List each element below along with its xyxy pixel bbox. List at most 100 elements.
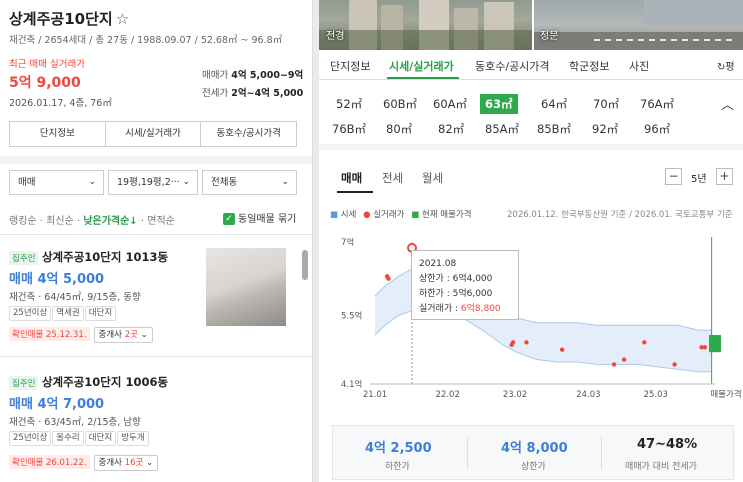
x-tick-label: 22.02 xyxy=(436,390,460,400)
scrollbar-thumb[interactable] xyxy=(302,250,308,280)
listing-details: 재건축 · 63/45㎡, 2/15층, 남향 xyxy=(9,417,141,428)
trade-type-select[interactable]: 매매 ⌄ xyxy=(9,170,104,195)
area-chip[interactable]: 60A㎡ xyxy=(433,96,467,112)
sale-range: 매매가 4억 5,000~9억 xyxy=(202,70,304,81)
gate-image xyxy=(534,0,743,50)
area-chip[interactable]: 96㎡ xyxy=(644,121,670,137)
area-chip[interactable]: 64㎡ xyxy=(541,96,567,112)
listing-confirm: 확인매물 25.12.31. 중개사 2곳 ⌄ xyxy=(9,327,153,343)
complex-title: 상계주공10단지 ☆ xyxy=(9,10,130,28)
jeonse-ratio-value: 47~48% xyxy=(637,437,698,452)
sort-ranking[interactable]: 랭킹순 xyxy=(9,216,37,227)
tab-photos[interactable]: 사진 xyxy=(629,58,649,74)
x-tick-label: 23.02 xyxy=(503,390,527,400)
x-tick-label: 24.03 xyxy=(576,390,600,400)
deal-point[interactable] xyxy=(642,340,647,345)
lower-price-value: 4억 2,500 xyxy=(365,441,432,456)
photo-label: 전경 xyxy=(326,31,345,42)
recent-deal-detail: 2026.01.17, 4층, 76㎡ xyxy=(9,98,112,109)
price-chart[interactable]: 7억 5.5억 4.1억 21.01 22.02 23.02 24.03 25.03 매물가격 xyxy=(319,225,743,415)
same-listing-toggle[interactable]: ✓ 동일매물 묶기 xyxy=(223,210,296,225)
deal-point[interactable] xyxy=(621,357,627,362)
x-tick-label: 21.01 xyxy=(363,390,387,400)
checkbox-checked-icon: ✓ xyxy=(223,213,235,225)
tab-dong-ho[interactable]: 동호수/공시가격 xyxy=(201,122,296,146)
tab-price[interactable]: 시세/실거래가 xyxy=(106,122,202,146)
area-chip[interactable]: 85B㎡ xyxy=(537,121,571,137)
unit-toggle-button[interactable]: ↻평 xyxy=(717,58,735,73)
listing-price: 매매 4억 5,000 xyxy=(9,272,105,287)
x-tick-label: 매물가격 xyxy=(710,389,741,400)
photo-label: 정문 xyxy=(540,31,559,42)
section-divider xyxy=(319,144,743,150)
favorite-star-icon[interactable]: ☆ xyxy=(116,10,129,28)
listing-price: 매매 4억 7,000 xyxy=(9,397,105,412)
area-chip[interactable]: 70㎡ xyxy=(593,96,619,112)
complex-summary: 재건축 / 2654세대 / 총 27동 / 1988.09.07 / 52.6… xyxy=(9,35,283,46)
area-chip[interactable]: 76B㎡ xyxy=(332,121,366,137)
active-tab-underline xyxy=(387,77,459,79)
area-chip-active[interactable]: 63㎡ xyxy=(480,94,518,114)
area-select[interactable]: 19평,19평,2··· ⌄ xyxy=(108,170,198,195)
deal-point[interactable] xyxy=(702,345,708,350)
tab-price-history[interactable]: 시세/실거래가 xyxy=(389,58,454,74)
chevron-down-icon: ⌄ xyxy=(88,177,96,187)
stat-divider xyxy=(601,436,602,470)
tab-complex-info[interactable]: 단지정보 xyxy=(10,122,106,146)
area-chip[interactable]: 76A㎡ xyxy=(640,96,674,112)
upper-price-value: 4억 8,000 xyxy=(501,441,568,456)
tab-school[interactable]: 학군정보 xyxy=(569,58,609,74)
area-chip[interactable]: 60B㎡ xyxy=(383,96,417,112)
dong-select[interactable]: 전체동 ⌄ xyxy=(202,170,297,195)
y-tick-label: 7억 xyxy=(341,237,354,248)
tab-sale[interactable]: 매매 xyxy=(341,170,362,186)
listing-title: 집주인 상계주공10단지 1006동 xyxy=(9,374,168,390)
tab-monthly[interactable]: 월세 xyxy=(422,170,443,186)
period-value: 5년 xyxy=(691,174,707,185)
y-tick-label: 5.5억 xyxy=(341,310,362,321)
complex-panel: 상계주공10단지 ☆ 재건축 / 2654세대 / 총 27동 / 1988.09… xyxy=(0,0,313,482)
broker-count-button[interactable]: 중개사 16곳 ⌄ xyxy=(93,455,159,471)
price-panel: 전경 정문 단지정보 시세/실거래가 동호수/공시가격 학군정보 사진 ↻평 5… xyxy=(319,0,743,482)
listing-price-bar[interactable] xyxy=(709,335,721,353)
period-increase-button[interactable]: + xyxy=(716,168,733,185)
area-chip[interactable]: 85A㎡ xyxy=(485,121,519,137)
photo-exterior[interactable]: 전경 xyxy=(319,0,532,50)
apartment-buildings-image xyxy=(319,0,532,50)
sort-area[interactable]: 면적순 xyxy=(147,216,175,227)
collapse-icon[interactable]: ︿ xyxy=(721,94,734,113)
x-tick-label: 25.03 xyxy=(644,390,668,400)
tab-complex-info[interactable]: 단지정보 xyxy=(330,58,370,74)
sort-low-price[interactable]: 낮은가격순↓ xyxy=(83,216,137,227)
section-divider xyxy=(0,156,312,164)
jeonse-range: 전세가 2억~4억 5,000 xyxy=(202,88,304,99)
chart-source: 2026.01.12. 한국부동산원 기준 / 2026.01. 국토교통부 기… xyxy=(507,210,733,220)
broker-count-button[interactable]: 중개사 2곳 ⌄ xyxy=(93,327,153,343)
upper-price-label: 상한가 xyxy=(521,462,546,472)
owner-badge: 집주인 xyxy=(9,376,39,390)
listing-details: 재건축 · 64/45㎡, 9/15층, 동향 xyxy=(9,292,141,303)
listing-keywords: 25년이상 올수리 대단지 방두개 xyxy=(9,430,150,446)
owner-badge: 집주인 xyxy=(9,251,39,265)
legend-marker: ● xyxy=(363,210,371,220)
deal-point[interactable] xyxy=(386,276,391,281)
listing-photo[interactable] xyxy=(206,248,286,326)
area-chip[interactable]: 52㎡ xyxy=(336,96,362,112)
area-chip[interactable]: 92㎡ xyxy=(592,121,618,137)
deal-point[interactable] xyxy=(611,362,617,367)
tab-jeonse[interactable]: 전세 xyxy=(382,170,403,186)
listing-title: 집주인 상계주공10단지 1013동 xyxy=(9,249,168,265)
photo-gate[interactable]: 정문 xyxy=(534,0,743,50)
active-subtab-underline xyxy=(337,191,373,193)
deal-point[interactable] xyxy=(510,340,516,345)
sort-options: 랭킹순 · 최신순 · 낮은가격순↓ · 면적순 xyxy=(9,216,175,227)
area-chip[interactable]: 80㎡ xyxy=(386,121,412,137)
sort-latest[interactable]: 최신순 xyxy=(46,216,74,227)
area-chip[interactable]: 82㎡ xyxy=(438,121,464,137)
deal-point[interactable] xyxy=(524,340,529,345)
y-tick-label: 4.1억 xyxy=(341,379,362,390)
deal-point[interactable] xyxy=(672,362,677,367)
deal-point[interactable] xyxy=(559,347,565,352)
tab-dong-ho[interactable]: 동호수/공시가격 xyxy=(475,58,550,74)
period-decrease-button[interactable]: − xyxy=(665,168,682,185)
